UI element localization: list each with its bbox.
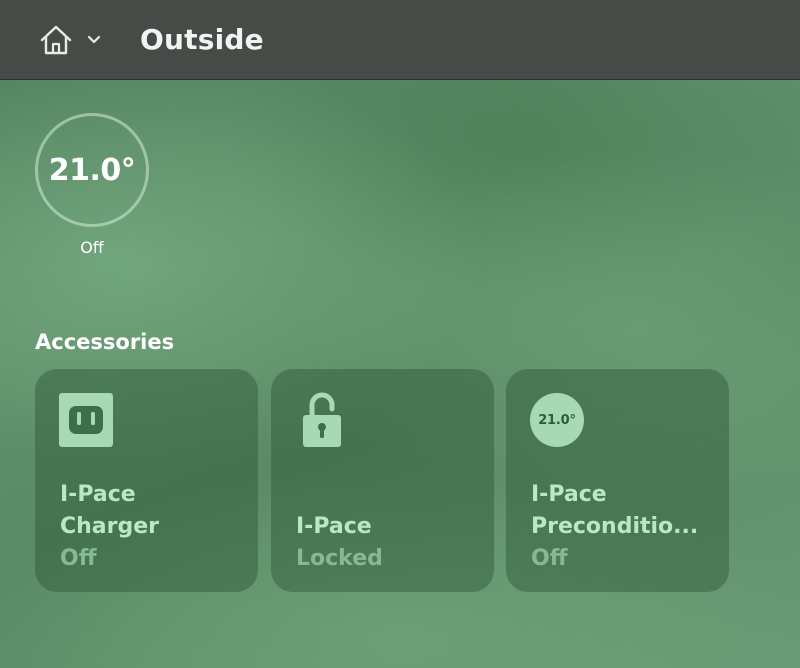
thermostat-badge: 21.0°: [530, 393, 584, 447]
page-title: Outside: [140, 23, 264, 56]
tile-name-line1: I-Pace: [296, 514, 372, 539]
thermostat-temperature: 21.0°: [48, 152, 136, 188]
accessories-heading: Accessories: [35, 330, 175, 354]
tile-name-line2: Preconditio...: [531, 514, 699, 539]
tile-name-line2: Charger: [60, 514, 160, 539]
tile-status: Off: [60, 546, 97, 571]
accessory-tile-lock[interactable]: I-Pace Locked: [271, 369, 494, 592]
thermostat-status: Off: [80, 238, 104, 257]
tile-name-line1: I-Pace: [60, 482, 136, 507]
home-menu-button[interactable]: [38, 22, 108, 58]
chevron-down-icon: [86, 34, 102, 46]
accessory-tile-preconditioning[interactable]: 21.0° I-Pace Preconditio... Off: [506, 369, 729, 592]
thermostat-ring[interactable]: 21.0°: [35, 113, 149, 227]
home-icon: [38, 23, 74, 57]
thermostat-badge-icon: 21.0°: [530, 393, 584, 447]
lock-icon: [301, 389, 343, 453]
outlet-icon: [59, 393, 113, 451]
top-bar: Outside: [0, 0, 800, 80]
accessory-tile-charger[interactable]: I-Pace Charger Off: [35, 369, 258, 592]
tile-status: Locked: [296, 546, 383, 571]
tile-status: Off: [531, 546, 568, 571]
tile-name-line1: I-Pace: [531, 482, 607, 507]
